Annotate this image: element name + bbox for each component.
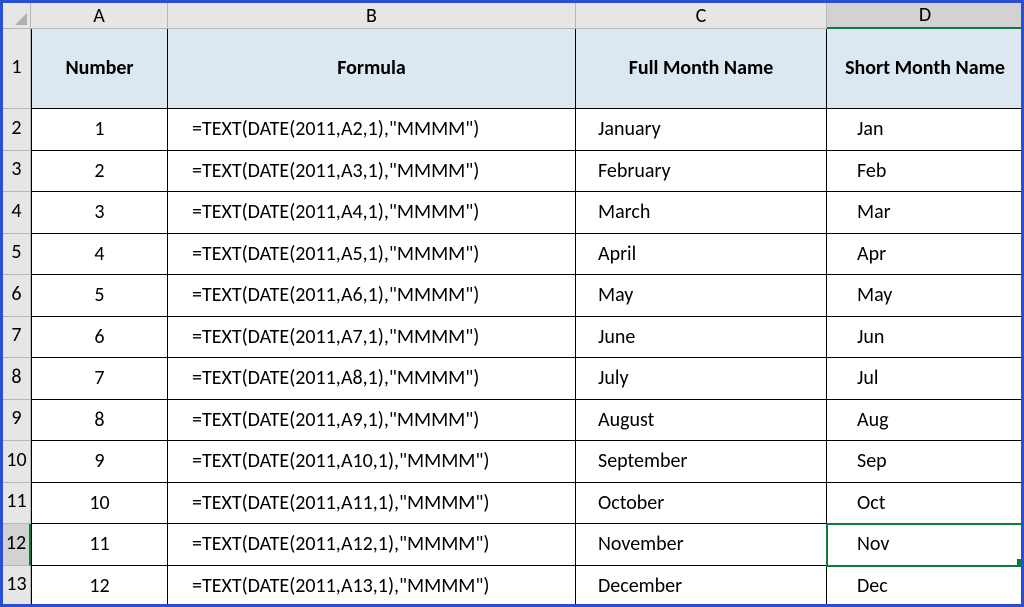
row-header-6[interactable]: 6 bbox=[3, 275, 31, 317]
select-all-corner[interactable] bbox=[3, 3, 31, 29]
cell-B8[interactable]: =TEXT(DATE(2011,A8,1),"MMMM") bbox=[168, 358, 576, 400]
cell-C7[interactable]: June bbox=[576, 317, 827, 359]
col-header-C[interactable]: C bbox=[576, 3, 827, 29]
col-header-B[interactable]: B bbox=[168, 3, 576, 29]
row-header-7[interactable]: 7 bbox=[3, 317, 31, 359]
cell-A5[interactable]: 4 bbox=[31, 234, 168, 276]
cell-D2[interactable]: Jan bbox=[827, 109, 1024, 151]
cell-B3[interactable]: =TEXT(DATE(2011,A3,1),"MMMM") bbox=[168, 151, 576, 193]
cell-B6[interactable]: =TEXT(DATE(2011,A6,1),"MMMM") bbox=[168, 275, 576, 317]
row-header-10[interactable]: 10 bbox=[3, 441, 31, 483]
cell-D8[interactable]: Jul bbox=[827, 358, 1024, 400]
cell-A12[interactable]: 11 bbox=[31, 524, 168, 566]
col-header-A[interactable]: A bbox=[31, 3, 168, 29]
spreadsheet-frame: A B C D 1 Number Formula Full Month Name… bbox=[0, 0, 1024, 607]
row-header-4[interactable]: 4 bbox=[3, 192, 31, 234]
cell-D13[interactable]: Dec bbox=[827, 566, 1024, 607]
cell-B13[interactable]: =TEXT(DATE(2011,A13,1),"MMMM") bbox=[168, 566, 576, 607]
cell-A13[interactable]: 12 bbox=[31, 566, 168, 607]
cell-A4[interactable]: 3 bbox=[31, 192, 168, 234]
cell-C1[interactable]: Full Month Name bbox=[576, 29, 827, 109]
cell-B9[interactable]: =TEXT(DATE(2011,A9,1),"MMMM") bbox=[168, 400, 576, 442]
cell-B2[interactable]: =TEXT(DATE(2011,A2,1),"MMMM") bbox=[168, 109, 576, 151]
cell-B4[interactable]: =TEXT(DATE(2011,A4,1),"MMMM") bbox=[168, 192, 576, 234]
cell-D3[interactable]: Feb bbox=[827, 151, 1024, 193]
cell-C9[interactable]: August bbox=[576, 400, 827, 442]
row-header-12[interactable]: 12 bbox=[3, 524, 31, 566]
cell-D6[interactable]: May bbox=[827, 275, 1024, 317]
cell-C11[interactable]: October bbox=[576, 483, 827, 525]
cell-A10[interactable]: 9 bbox=[31, 441, 168, 483]
row-header-13[interactable]: 13 bbox=[3, 566, 31, 607]
cell-D7[interactable]: Jun bbox=[827, 317, 1024, 359]
cell-A9[interactable]: 8 bbox=[31, 400, 168, 442]
cell-B10[interactable]: =TEXT(DATE(2011,A10,1),"MMMM") bbox=[168, 441, 576, 483]
cell-A8[interactable]: 7 bbox=[31, 358, 168, 400]
col-header-D[interactable]: D bbox=[827, 3, 1024, 29]
cell-D10[interactable]: Sep bbox=[827, 441, 1024, 483]
cell-D12[interactable]: Nov bbox=[827, 524, 1024, 566]
cell-C12[interactable]: November bbox=[576, 524, 827, 566]
cell-D4[interactable]: Mar bbox=[827, 192, 1024, 234]
cell-B7[interactable]: =TEXT(DATE(2011,A7,1),"MMMM") bbox=[168, 317, 576, 359]
cell-C10[interactable]: September bbox=[576, 441, 827, 483]
cell-D11[interactable]: Oct bbox=[827, 483, 1024, 525]
cell-C6[interactable]: May bbox=[576, 275, 827, 317]
row-header-8[interactable]: 8 bbox=[3, 358, 31, 400]
cell-B12[interactable]: =TEXT(DATE(2011,A12,1),"MMMM") bbox=[168, 524, 576, 566]
cell-C4[interactable]: March bbox=[576, 192, 827, 234]
cell-A11[interactable]: 10 bbox=[31, 483, 168, 525]
cell-D5[interactable]: Apr bbox=[827, 234, 1024, 276]
cell-A3[interactable]: 2 bbox=[31, 151, 168, 193]
row-header-11[interactable]: 11 bbox=[3, 483, 31, 525]
cell-A1[interactable]: Number bbox=[31, 29, 168, 109]
cell-B11[interactable]: =TEXT(DATE(2011,A11,1),"MMMM") bbox=[168, 483, 576, 525]
cell-C2[interactable]: January bbox=[576, 109, 827, 151]
row-header-5[interactable]: 5 bbox=[3, 234, 31, 276]
cell-C3[interactable]: February bbox=[576, 151, 827, 193]
row-header-3[interactable]: 3 bbox=[3, 151, 31, 193]
cell-C8[interactable]: July bbox=[576, 358, 827, 400]
cell-D1[interactable]: Short Month Name bbox=[827, 29, 1024, 109]
row-header-1[interactable]: 1 bbox=[3, 29, 31, 109]
cell-B1[interactable]: Formula bbox=[168, 29, 576, 109]
cell-C13[interactable]: December bbox=[576, 566, 827, 607]
cell-C5[interactable]: April bbox=[576, 234, 827, 276]
cell-A6[interactable]: 5 bbox=[31, 275, 168, 317]
row-header-2[interactable]: 2 bbox=[3, 109, 31, 151]
spreadsheet-grid[interactable]: A B C D 1 Number Formula Full Month Name… bbox=[3, 3, 1024, 607]
cell-A2[interactable]: 1 bbox=[31, 109, 168, 151]
cell-D9[interactable]: Aug bbox=[827, 400, 1024, 442]
row-header-9[interactable]: 9 bbox=[3, 400, 31, 442]
cell-B5[interactable]: =TEXT(DATE(2011,A5,1),"MMMM") bbox=[168, 234, 576, 276]
cell-A7[interactable]: 6 bbox=[31, 317, 168, 359]
